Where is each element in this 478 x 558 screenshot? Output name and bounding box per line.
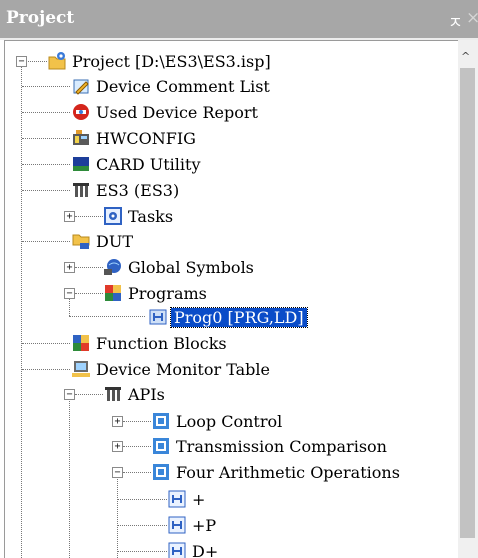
tasks-icon bbox=[103, 206, 123, 226]
card-utility-icon bbox=[71, 154, 91, 174]
api-instruction-icon bbox=[167, 489, 187, 509]
tree-node-label: Transmission Comparison bbox=[176, 436, 387, 456]
expand-toggle-global-symbols[interactable]: + bbox=[64, 262, 75, 273]
tree-node-label: D+ bbox=[192, 541, 219, 558]
expand-toggle-transmission-comparison[interactable]: + bbox=[112, 441, 123, 452]
tree-node-label: Tasks bbox=[128, 206, 174, 226]
api-instruction-icon bbox=[167, 541, 187, 558]
project-tree: − + + − − + + − Project [D:\ES3\ES3.isp]… bbox=[4, 40, 458, 558]
tree-node-tasks[interactable]: Tasks bbox=[103, 204, 173, 228]
tree-node-add-pulse[interactable]: +P bbox=[167, 513, 216, 537]
api-instruction-icon bbox=[167, 515, 187, 535]
tree-node-label: Loop Control bbox=[176, 411, 283, 431]
tree-node-used-device-report[interactable]: Used Device Report bbox=[71, 100, 258, 124]
tree-node-label: +P bbox=[192, 515, 217, 535]
project-icon bbox=[47, 51, 67, 71]
hwconfig-icon bbox=[71, 128, 91, 148]
tree-node-label: CARD Utility bbox=[96, 154, 201, 174]
tree-node-label: Four Arithmetic Operations bbox=[176, 462, 400, 482]
tree-node-four-arithmetic-operations[interactable]: Four Arithmetic Operations bbox=[151, 460, 400, 484]
expand-toggle-loop-control[interactable]: + bbox=[112, 416, 123, 427]
api-group-icon bbox=[151, 436, 171, 456]
tree-node-device-comment-list[interactable]: Device Comment List bbox=[71, 74, 270, 98]
tree-node-project[interactable]: Project [D:\ES3\ES3.isp] bbox=[47, 49, 271, 73]
tree-node-apis[interactable]: APIs bbox=[103, 382, 165, 406]
tree-node-label: Project [D:\ES3\ES3.isp] bbox=[72, 51, 271, 71]
tree-node-label: Device Comment List bbox=[96, 76, 270, 96]
tree-node-loop-control[interactable]: Loop Control bbox=[151, 409, 282, 433]
tree-node-function-blocks[interactable]: Function Blocks bbox=[71, 331, 227, 355]
tree-node-dut[interactable]: DUT bbox=[71, 229, 133, 253]
programs-icon bbox=[103, 283, 123, 303]
tree-node-dadd[interactable]: D+ bbox=[167, 539, 218, 558]
tree-node-global-symbols[interactable]: Global Symbols bbox=[103, 255, 254, 279]
tree-node-label: Device Monitor Table bbox=[96, 359, 270, 379]
tree-node-hwconfig[interactable]: HWCONFIG bbox=[71, 126, 196, 150]
expand-toggle-tasks[interactable]: + bbox=[64, 211, 75, 222]
tree-node-label: HWCONFIG bbox=[96, 128, 196, 148]
collapse-toggle-project[interactable]: − bbox=[16, 56, 27, 67]
scrollbar-thumb[interactable] bbox=[460, 68, 475, 538]
tree-node-device-monitor-table[interactable]: Device Monitor Table bbox=[71, 357, 270, 381]
tree-node-prog0[interactable]: Prog0 [PRG,LD] bbox=[148, 305, 308, 329]
program-icon bbox=[148, 307, 168, 327]
api-group-icon bbox=[151, 411, 171, 431]
vertical-scrollbar[interactable]: ^ bbox=[458, 40, 478, 558]
pin-icon[interactable]: ㅈ bbox=[448, 9, 463, 33]
tree-node-label: Prog0 [PRG,LD] bbox=[170, 306, 308, 328]
tree-node-label: Programs bbox=[128, 283, 207, 303]
tree-node-label: Used Device Report bbox=[96, 102, 258, 122]
panel-title: Project bbox=[6, 8, 75, 28]
panel-titlebar: Project ㅈ × bbox=[0, 0, 478, 38]
tree-node-programs[interactable]: Programs bbox=[103, 281, 207, 305]
scroll-up-arrow-icon[interactable]: ^ bbox=[461, 50, 470, 63]
tree-node-transmission-comparison[interactable]: Transmission Comparison bbox=[151, 434, 387, 458]
used-device-report-icon bbox=[71, 102, 91, 122]
tree-node-label: Function Blocks bbox=[96, 333, 227, 353]
tree-node-card-utility[interactable]: CARD Utility bbox=[71, 152, 201, 176]
plc-icon bbox=[71, 180, 91, 200]
tree-node-add[interactable]: + bbox=[167, 487, 205, 511]
tree-node-label: DUT bbox=[96, 231, 133, 251]
function-blocks-icon bbox=[71, 333, 91, 353]
tree-node-label: ES3 (ES3) bbox=[96, 180, 180, 200]
dut-icon bbox=[71, 231, 91, 251]
close-icon[interactable]: × bbox=[466, 8, 478, 28]
collapse-toggle-programs[interactable]: − bbox=[64, 288, 75, 299]
collapse-toggle-apis[interactable]: − bbox=[64, 389, 75, 400]
tree-node-label: + bbox=[192, 489, 206, 509]
device-monitor-icon bbox=[71, 359, 91, 379]
tree-node-es3[interactable]: ES3 (ES3) bbox=[71, 178, 179, 202]
collapse-toggle-four-arithmetic[interactable]: − bbox=[112, 467, 123, 478]
device-comment-icon bbox=[71, 76, 91, 96]
tree-node-label: APIs bbox=[128, 384, 165, 404]
apis-icon bbox=[103, 384, 123, 404]
tree-node-label: Global Symbols bbox=[128, 257, 254, 277]
project-panel: Project ㅈ × − + + − − + + − Project [D:\… bbox=[0, 0, 478, 558]
api-group-icon bbox=[151, 462, 171, 482]
global-symbols-icon bbox=[103, 257, 123, 277]
